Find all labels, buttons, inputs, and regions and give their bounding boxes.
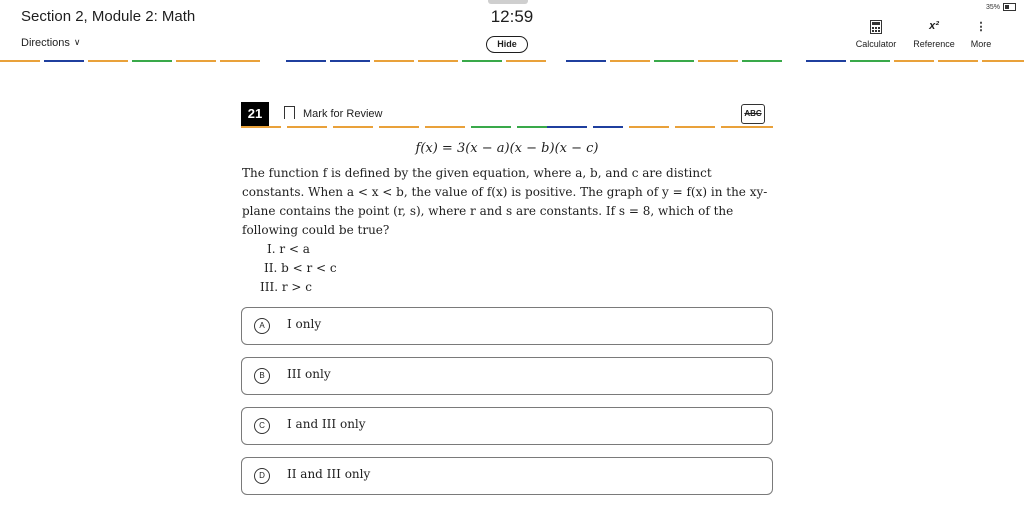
answer-choice-c[interactable]: C I and III only: [241, 407, 773, 445]
answer-choice-d[interactable]: D II and III only: [241, 457, 773, 495]
choice-text: III only: [287, 367, 331, 381]
statement-item: III. r > c: [260, 280, 312, 294]
timer-handle: [488, 0, 528, 4]
mark-for-review-button[interactable]: Mark for Review: [284, 106, 382, 120]
calculator-label: Calculator: [855, 39, 897, 49]
question-stem: The function f is defined by the given e…: [242, 166, 768, 237]
statement-item: II. b < r < c: [264, 261, 337, 275]
statement-item: I. r < a: [267, 242, 310, 256]
calculator-icon: [852, 20, 900, 36]
reference-label: Reference: [913, 39, 955, 49]
choice-letter-badge: D: [254, 468, 270, 484]
test-header: Section 2, Module 2: Math Directions ∨ 12…: [0, 0, 1024, 60]
question-number: 21: [241, 102, 269, 126]
mark-for-review-label: Mark for Review: [303, 108, 383, 120]
section-title: Section 2, Module 2: Math: [21, 8, 196, 25]
battery-percent: 35%: [985, 3, 1000, 11]
reference-icon: x²: [929, 20, 939, 32]
chevron-down-icon: ∨: [73, 37, 81, 47]
abc-strike-icon: ABC: [744, 109, 762, 118]
more-vert-icon: ⋮: [975, 21, 987, 33]
timer: 12:59: [490, 7, 534, 26]
choice-letter-badge: C: [254, 418, 270, 434]
calculator-button[interactable]: Calculator: [852, 20, 900, 49]
battery-icon: [1003, 3, 1016, 11]
reference-button[interactable]: x² Reference: [910, 20, 958, 49]
answer-choice-b[interactable]: B III only: [241, 357, 773, 395]
directions-toggle[interactable]: Directions ∨: [21, 37, 81, 49]
battery-status: 35%: [986, 3, 1016, 11]
bookmark-icon: [284, 106, 295, 120]
answer-choice-a[interactable]: A I only: [241, 307, 773, 345]
question-divider: [241, 126, 773, 128]
choice-text: I and III only: [287, 417, 366, 431]
choice-text: I only: [287, 317, 322, 331]
more-label: More: [970, 39, 992, 49]
function-equation: f(x) = 3(x − a)(x − b)(x − c): [415, 141, 599, 156]
more-button[interactable]: ⋮ More: [966, 20, 996, 49]
choice-letter-badge: B: [254, 368, 270, 384]
statement-list: I. r < a II. b < r < c III. r > c: [257, 240, 337, 297]
choice-letter-badge: A: [254, 318, 270, 334]
hide-timer-button[interactable]: Hide: [486, 36, 528, 53]
header-divider: [0, 60, 1024, 62]
strikethrough-toggle-button[interactable]: ABC: [741, 104, 765, 124]
directions-label: Directions: [21, 37, 70, 49]
choice-text: II and III only: [287, 467, 371, 481]
